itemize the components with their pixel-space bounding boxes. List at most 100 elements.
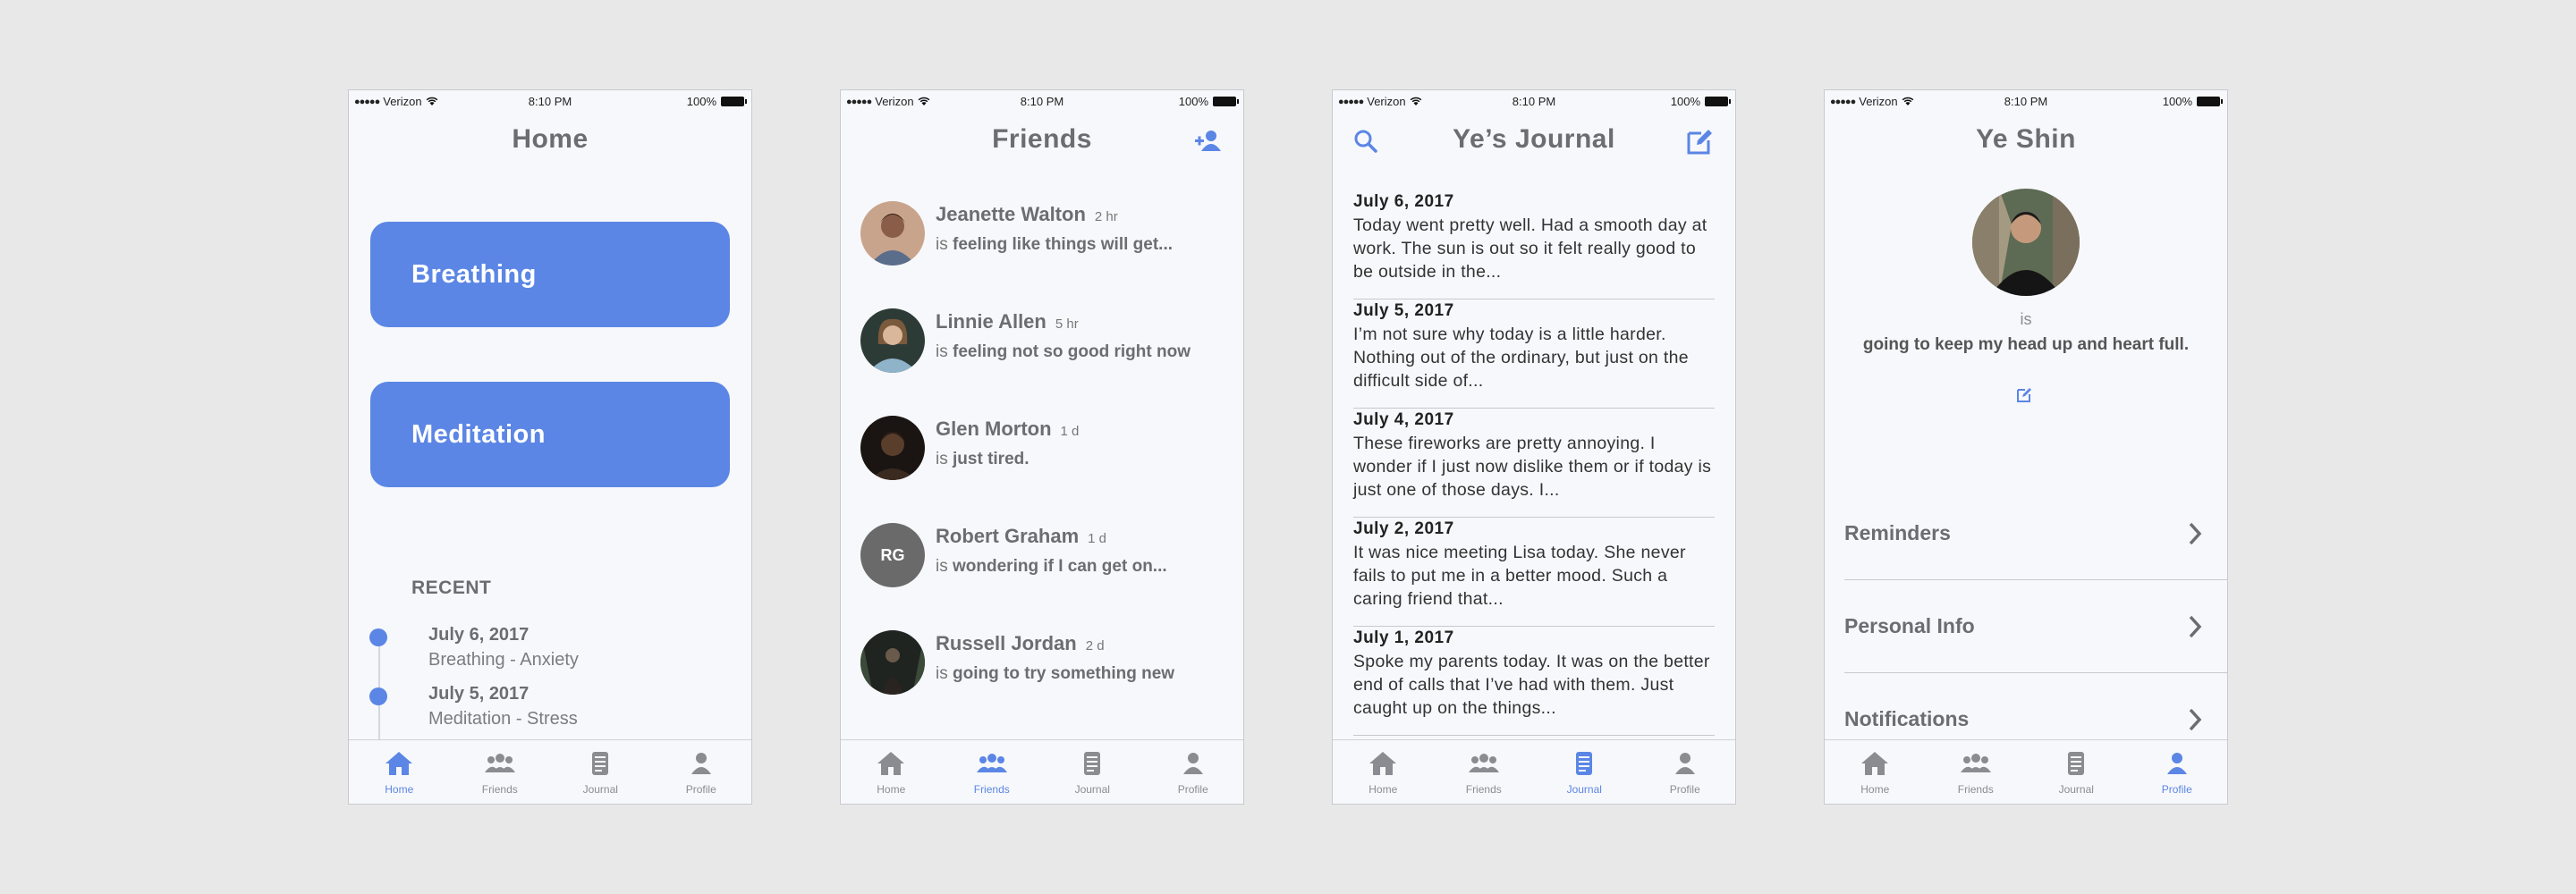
friend-time: 2 d: [1085, 638, 1105, 654]
tab-home[interactable]: Home: [1825, 740, 1926, 804]
tab-home[interactable]: Home: [349, 740, 450, 804]
avatar: [860, 416, 925, 480]
friend-name: Linnie Allen 5 hr: [936, 310, 1079, 333]
tab-journal[interactable]: Journal: [550, 740, 651, 804]
status-bar: ●●●●● Verizon 8:10 PM 100%: [1333, 90, 1735, 114]
tab-label: Journal: [1074, 783, 1110, 796]
chevron-right-icon: [2189, 522, 2202, 544]
friend-status: is just tired.: [936, 450, 1030, 468]
menu-personal-info[interactable]: Personal Info: [1844, 580, 2227, 673]
profile-icon: [1182, 753, 1203, 774]
tab-label: Journal: [2058, 783, 2094, 796]
journal-entry[interactable]: July 2, 2017 It was nice meeting Lisa to…: [1353, 518, 1715, 627]
edit-status-icon[interactable]: [2016, 385, 2034, 403]
friends-screen: ●●●●● Verizon 8:10 PM 100% Friends Jeanet…: [840, 89, 1244, 805]
tab-home[interactable]: Home: [841, 740, 942, 804]
tab-journal[interactable]: Journal: [2026, 740, 2127, 804]
tab-label: Profile: [1177, 783, 1208, 796]
tab-label: Friends: [1465, 783, 1502, 796]
tab-bar: Home Friends Journal Profile: [1333, 739, 1735, 804]
tab-journal[interactable]: Journal: [1042, 740, 1143, 804]
home-icon: [1861, 752, 1889, 775]
page-title: Friends: [992, 124, 1092, 154]
tab-label: Journal: [582, 783, 618, 796]
tab-profile[interactable]: Profile: [1143, 740, 1244, 804]
menu-label: Notifications: [1844, 707, 1970, 730]
journal-entry[interactable]: July 4, 2017 These fireworks are pretty …: [1353, 409, 1715, 518]
entry-text: Today went pretty well. Had a smooth day…: [1353, 215, 1707, 282]
tab-friends[interactable]: Friends: [942, 740, 1043, 804]
meditation-button[interactable]: Meditation: [370, 382, 730, 487]
battery-icon: [2197, 97, 2223, 106]
page-title: Home: [512, 124, 589, 154]
add-friend-icon[interactable]: [1193, 126, 1224, 156]
journal-icon: [1084, 752, 1101, 775]
friend-row[interactable]: Jeanette Walton 2 hr is feeling like thin…: [860, 201, 1234, 282]
avatar-initials: RG: [860, 523, 925, 587]
profile-photo[interactable]: [1972, 189, 2080, 296]
friend-time: 2 hr: [1094, 209, 1118, 224]
friends-icon: [1468, 754, 1499, 772]
entry-text: I’m not sure why today is a little harde…: [1353, 325, 1689, 391]
avatar: [860, 630, 925, 695]
recent-desc: Meditation - Stress: [428, 709, 578, 729]
tab-bar: Home Friends Journal Profile: [841, 739, 1243, 804]
tab-profile[interactable]: Profile: [651, 740, 752, 804]
compose-icon[interactable]: [1685, 126, 1716, 156]
tab-journal[interactable]: Journal: [1534, 740, 1635, 804]
tab-label: Home: [1860, 783, 1890, 796]
friend-time: 5 hr: [1055, 316, 1079, 332]
page-title: Ye’s Journal: [1453, 124, 1615, 154]
friend-time: 1 d: [1088, 531, 1107, 546]
recent-heading: RECENT: [411, 578, 492, 598]
tab-label: Home: [877, 783, 906, 796]
page-title: Ye Shin: [1976, 124, 2076, 154]
friend-status: is feeling not so good right now: [936, 342, 1191, 361]
battery-percent: 100%: [1178, 95, 1208, 108]
friend-name: Robert Graham 1 d: [936, 525, 1107, 547]
recent-date: July 5, 2017: [428, 684, 530, 704]
tab-label: Friends: [481, 783, 518, 796]
home-icon: [1369, 752, 1397, 775]
timeline-dot: [369, 687, 387, 705]
tab-friends[interactable]: Friends: [450, 740, 551, 804]
battery-percent: 100%: [686, 95, 716, 108]
friend-time: 1 d: [1060, 424, 1080, 439]
menu-reminders[interactable]: Reminders: [1844, 487, 2227, 580]
entry-text: Spoke my parents today. It was on the be…: [1353, 652, 1710, 718]
tab-label: Friends: [1957, 783, 1994, 796]
profile-icon: [1674, 753, 1695, 774]
recent-date: July 6, 2017: [428, 625, 530, 645]
tab-home[interactable]: Home: [1333, 740, 1434, 804]
breathing-button[interactable]: Breathing: [370, 222, 730, 327]
status-bar: ●●●●● Verizon 8:10 PM 100%: [349, 90, 751, 114]
tab-friends[interactable]: Friends: [1926, 740, 2027, 804]
friend-row[interactable]: RG Robert Graham 1 d is wondering if I ca…: [860, 523, 1234, 603]
avatar: [860, 308, 925, 373]
friend-name: Glen Morton 1 d: [936, 417, 1080, 440]
entry-date: July 5, 2017: [1353, 301, 1454, 320]
friend-row[interactable]: Glen Morton 1 d is just tired.: [860, 416, 1234, 496]
friend-row[interactable]: Linnie Allen 5 hr is feeling not so good …: [860, 308, 1234, 389]
avatar: [860, 201, 925, 266]
entry-date: July 6, 2017: [1353, 192, 1454, 211]
tab-label: Profile: [1669, 783, 1700, 796]
friends-icon: [976, 754, 1007, 772]
profile-status: going to keep my head up and heart full.: [1862, 335, 2190, 354]
tab-profile[interactable]: Profile: [2127, 740, 2228, 804]
journal-icon: [2068, 752, 2085, 775]
entry-date: July 4, 2017: [1353, 410, 1454, 429]
friend-name: Russell Jordan 2 d: [936, 632, 1105, 654]
tab-label: Journal: [1566, 783, 1602, 796]
tab-friends[interactable]: Friends: [1434, 740, 1535, 804]
tab-label: Friends: [973, 783, 1010, 796]
journal-entry[interactable]: July 5, 2017 I’m not sure why today is a…: [1353, 299, 1715, 409]
tab-profile[interactable]: Profile: [1635, 740, 1736, 804]
battery-icon: [721, 97, 747, 106]
friend-row[interactable]: Russell Jordan 2 d is going to try someth…: [860, 630, 1234, 711]
chevron-right-icon: [2189, 615, 2202, 637]
timeline-dot: [369, 628, 387, 646]
journal-entry[interactable]: July 1, 2017 Spoke my parents today. It …: [1353, 627, 1715, 736]
entry-date: July 2, 2017: [1353, 519, 1454, 538]
journal-entry[interactable]: July 6, 2017 Today went pretty well. Had…: [1353, 190, 1715, 299]
